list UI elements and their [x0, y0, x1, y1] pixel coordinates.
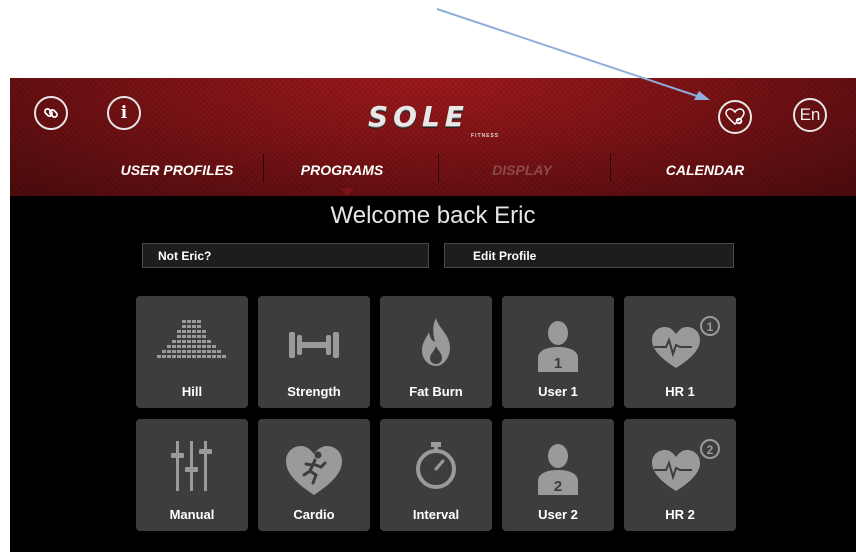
info-button[interactable]: i — [107, 96, 141, 130]
program-tile-strength[interactable]: Strength — [258, 296, 370, 408]
info-icon: i — [120, 103, 128, 123]
program-label: HR 2 — [665, 507, 695, 522]
header-bar: i SOLE FITNESS En USER PROFILES PROGRAMS… — [10, 78, 856, 196]
nav-divider — [263, 154, 264, 182]
welcome-message: Welcome back Eric — [330, 202, 536, 229]
language-label: En — [799, 105, 821, 124]
svg-text:2: 2 — [707, 443, 714, 457]
selected-tab-pointer — [340, 188, 354, 196]
heart-rate-icon — [725, 108, 745, 125]
program-label: User 2 — [538, 507, 578, 522]
language-button[interactable]: En — [793, 98, 827, 132]
svg-text:1: 1 — [554, 355, 562, 372]
program-tile-cardio[interactable]: Cardio — [258, 419, 370, 531]
program-tile-hr-1[interactable]: 1 HR 1 — [624, 296, 736, 408]
sole-fitness-logo: SOLE FITNESS — [368, 100, 500, 139]
program-tile-user-1[interactable]: 1 User 1 — [502, 296, 614, 408]
tab-calendar[interactable]: CALENDAR — [650, 160, 760, 180]
heart-rate-button[interactable] — [718, 100, 752, 134]
program-tile-manual[interactable]: Manual — [136, 419, 248, 531]
program-tile-interval[interactable]: Interval — [380, 419, 492, 531]
not-user-button[interactable]: Not Eric? — [142, 243, 429, 268]
program-label: User 1 — [538, 384, 578, 399]
nav-divider — [438, 154, 439, 182]
edit-profile-button[interactable]: Edit Profile — [444, 243, 734, 268]
link-button[interactable] — [34, 96, 68, 130]
program-label: Cardio — [293, 507, 335, 522]
nav-divider — [610, 154, 611, 182]
link-icon — [44, 108, 58, 118]
program-tile-hill[interactable]: Hill — [136, 296, 248, 408]
program-tile-user-2[interactable]: 2 User 2 — [502, 419, 614, 531]
program-tile-fat-burn[interactable]: Fat Burn — [380, 296, 492, 408]
tab-display[interactable]: DISPLAY — [472, 160, 572, 180]
program-label: HR 1 — [665, 384, 695, 399]
program-label: Strength — [287, 384, 341, 399]
svg-text:2: 2 — [554, 478, 562, 495]
program-tile-hr-2[interactable]: 2 HR 2 — [624, 419, 736, 531]
tab-programs[interactable]: PROGRAMS — [287, 160, 397, 180]
program-label: Manual — [169, 507, 215, 522]
program-label: Fat Burn — [409, 384, 463, 399]
app-window: i SOLE FITNESS En USER PROFILES PROGRAMS… — [10, 78, 856, 552]
program-label: Hill — [181, 384, 203, 399]
tab-user-profiles[interactable]: USER PROFILES — [118, 160, 236, 180]
svg-text:1: 1 — [707, 320, 714, 334]
program-label: Interval — [412, 507, 460, 522]
